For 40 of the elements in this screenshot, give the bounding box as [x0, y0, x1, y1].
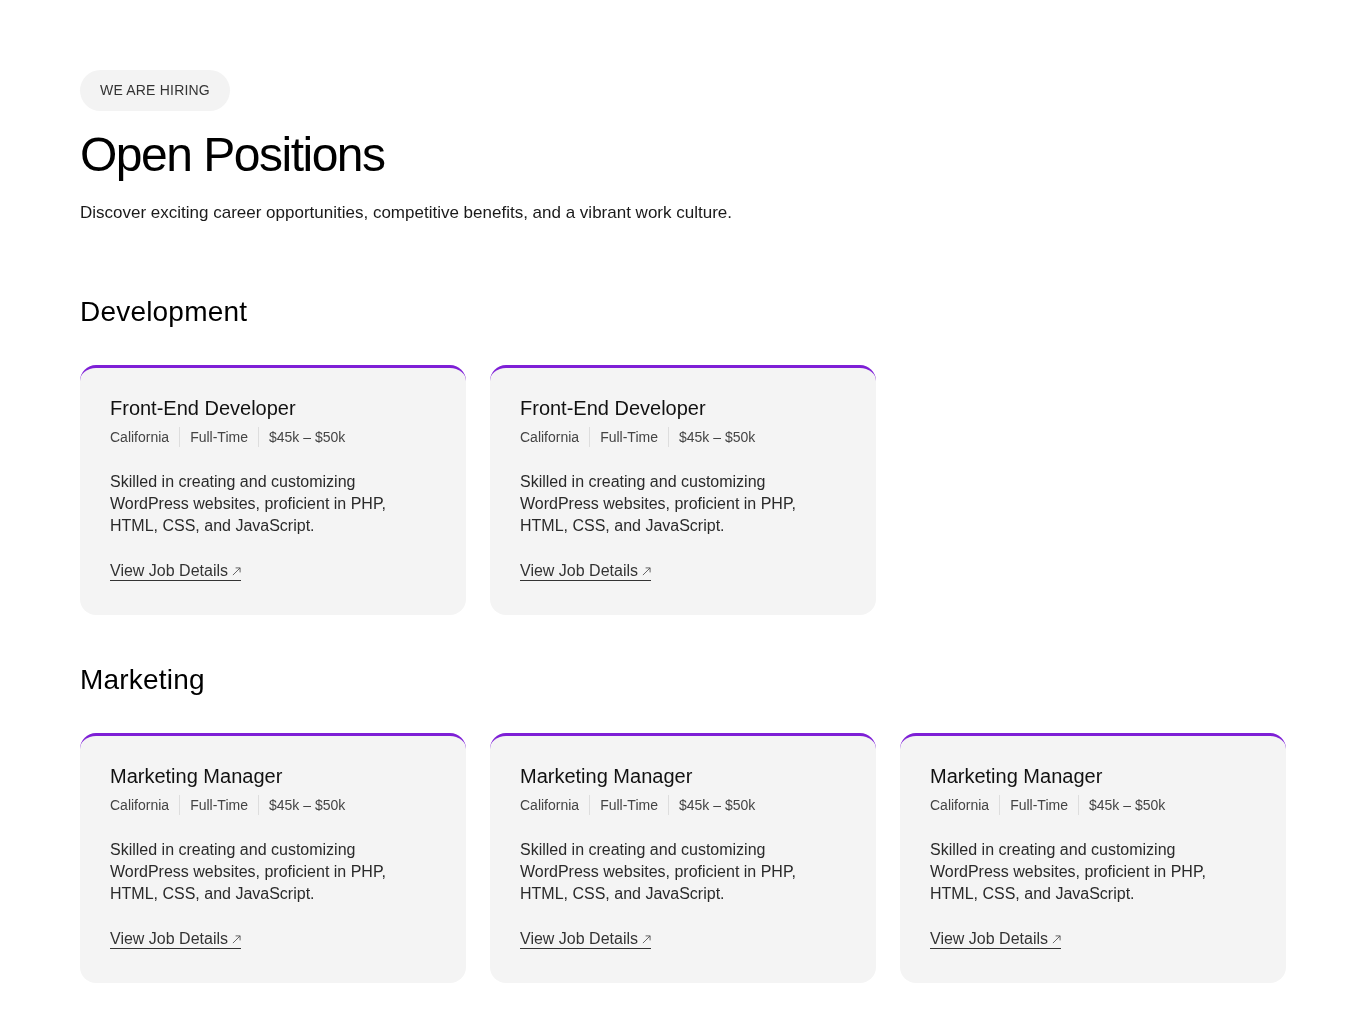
job-location: California: [110, 428, 170, 447]
arrow-up-right-icon: [642, 567, 651, 576]
hiring-badge: WE ARE HIRING: [80, 70, 230, 111]
job-location: California: [110, 796, 170, 815]
arrow-up-right-icon: [642, 935, 651, 944]
job-title: Front-End Developer: [110, 396, 297, 421]
job-description: Skilled in creating and customizing WordPress websites, proficient in PHP, HTML, CSS, and JavaScript.: [520, 472, 797, 536]
job-title: Marketing Manager: [930, 764, 1104, 789]
job-location: California: [520, 428, 580, 447]
job-location: California: [930, 796, 990, 815]
job-type: Full-Time: [1010, 796, 1068, 815]
job-description: Skilled in creating and customizing WordPress websites, proficient in PHP, HTML, CSS, and JavaScript.: [110, 840, 387, 904]
job-description: Skilled in creating and customizing WordPress websites, proficient in PHP, HTML, CSS, and JavaScript.: [520, 840, 797, 904]
job-type: Full-Time: [600, 428, 658, 447]
job-title: Front-End Developer: [520, 396, 707, 421]
job-salary: $45k – $50k: [678, 428, 756, 447]
arrow-up-right-icon: [232, 935, 241, 944]
arrow-up-right-icon: [232, 567, 241, 576]
page-title: Open Positions: [80, 129, 385, 181]
view-details-link[interactable]: View Job Details: [930, 929, 1061, 949]
job-type: Full-Time: [190, 428, 248, 447]
department-heading: Marketing: [80, 663, 206, 697]
view-details-link[interactable]: View Job Details: [110, 561, 241, 581]
view-details-link[interactable]: View Job Details: [110, 929, 241, 949]
job-salary: $45k – $50k: [268, 428, 346, 447]
view-details-link[interactable]: View Job Details: [520, 929, 651, 949]
department-heading: Development: [80, 295, 249, 329]
job-salary: $45k – $50k: [1088, 796, 1166, 815]
job-salary: $45k – $50k: [678, 796, 756, 815]
job-location: California: [520, 796, 580, 815]
job-type: Full-Time: [600, 796, 658, 815]
job-title: Marketing Manager: [520, 764, 694, 789]
job-salary: $45k – $50k: [268, 796, 346, 815]
arrow-up-right-icon: [1052, 935, 1061, 944]
page-subtitle: Discover exciting career opportunities, competitive benefits, and a vibrant work culture.: [80, 202, 732, 224]
job-type: Full-Time: [190, 796, 248, 815]
job-description: Skilled in creating and customizing WordPress websites, proficient in PHP, HTML, CSS, and JavaScript.: [110, 472, 387, 536]
view-details-link[interactable]: View Job Details: [520, 561, 651, 581]
job-description: Skilled in creating and customizing WordPress websites, proficient in PHP, HTML, CSS, and JavaScript.: [930, 840, 1207, 904]
job-title: Marketing Manager: [110, 764, 284, 789]
